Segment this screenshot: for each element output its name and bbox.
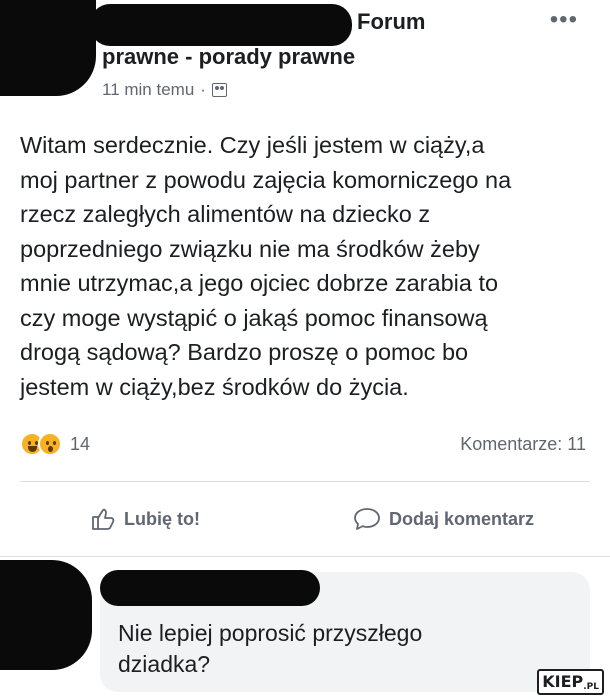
post-body-line: jestem w ciąży,bez środków do życia. xyxy=(20,373,409,400)
comment-bubble-icon xyxy=(354,508,380,530)
post-body: Witam serdecznie. Czy jeśli jestem w cią… xyxy=(20,128,595,404)
group-icon xyxy=(211,83,227,97)
thumbs-up-icon xyxy=(92,508,115,530)
post-body-line: rzecz zaległych alimentów na dziecko z xyxy=(20,201,431,227)
redacted-author-name xyxy=(90,4,352,46)
more-icon[interactable]: ••• xyxy=(550,8,578,32)
comment-text-line: dziadka? xyxy=(118,651,211,677)
group-name-line1[interactable]: Forum xyxy=(357,9,425,35)
comment-text-line: Nie lepiej poprosić przyszłego xyxy=(118,620,423,646)
post-meta: 11 min temu · xyxy=(102,80,227,100)
like-button-label: Lubię to! xyxy=(124,508,200,529)
divider xyxy=(20,481,590,482)
group-name-line2[interactable]: prawne - porady prawne xyxy=(102,44,355,70)
like-button[interactable]: Lubię to! xyxy=(90,506,200,532)
post-body-line: poprzedniego związku nie ma środków żeby xyxy=(20,235,480,262)
wow-reaction-icon xyxy=(38,432,62,456)
meta-separator: · xyxy=(200,80,206,99)
post-time[interactable]: 11 min temu xyxy=(102,80,194,100)
comment-button[interactable]: Dodaj komentarz xyxy=(353,506,534,532)
post-body-line: Witam serdecznie. Czy jeśli jestem w cią… xyxy=(20,132,485,158)
redacted-commenter-name xyxy=(100,570,320,606)
watermark-suffix: .PL xyxy=(583,682,599,692)
comments-count[interactable]: Komentarze: 11 xyxy=(460,434,586,455)
watermark-logo: KIEP .PL xyxy=(537,669,604,695)
reaction-count: 14 xyxy=(70,433,91,454)
divider xyxy=(0,556,610,557)
post-body-line: moj partner z powodu zajęcia komorniczeg… xyxy=(20,166,512,193)
comment-button-label: Dodaj komentarz xyxy=(389,508,535,529)
redacted-commenter-avatar xyxy=(0,560,92,670)
post-body-line: mnie utrzymac,a jego ojciec dobrze zarab… xyxy=(20,270,499,296)
comment-text: Nie lepiej poprosić przyszłego dziadka? xyxy=(118,618,578,680)
post-body-line: drogą sądową? Bardzo proszę o pomoc bo xyxy=(20,339,469,365)
reactions-summary[interactable]: 14 xyxy=(20,432,90,456)
post-body-line: czy moge wystąpić o jakąś pomoc finansow… xyxy=(20,304,488,331)
redacted-avatar xyxy=(0,0,96,96)
watermark-main: KIEP xyxy=(542,672,584,691)
